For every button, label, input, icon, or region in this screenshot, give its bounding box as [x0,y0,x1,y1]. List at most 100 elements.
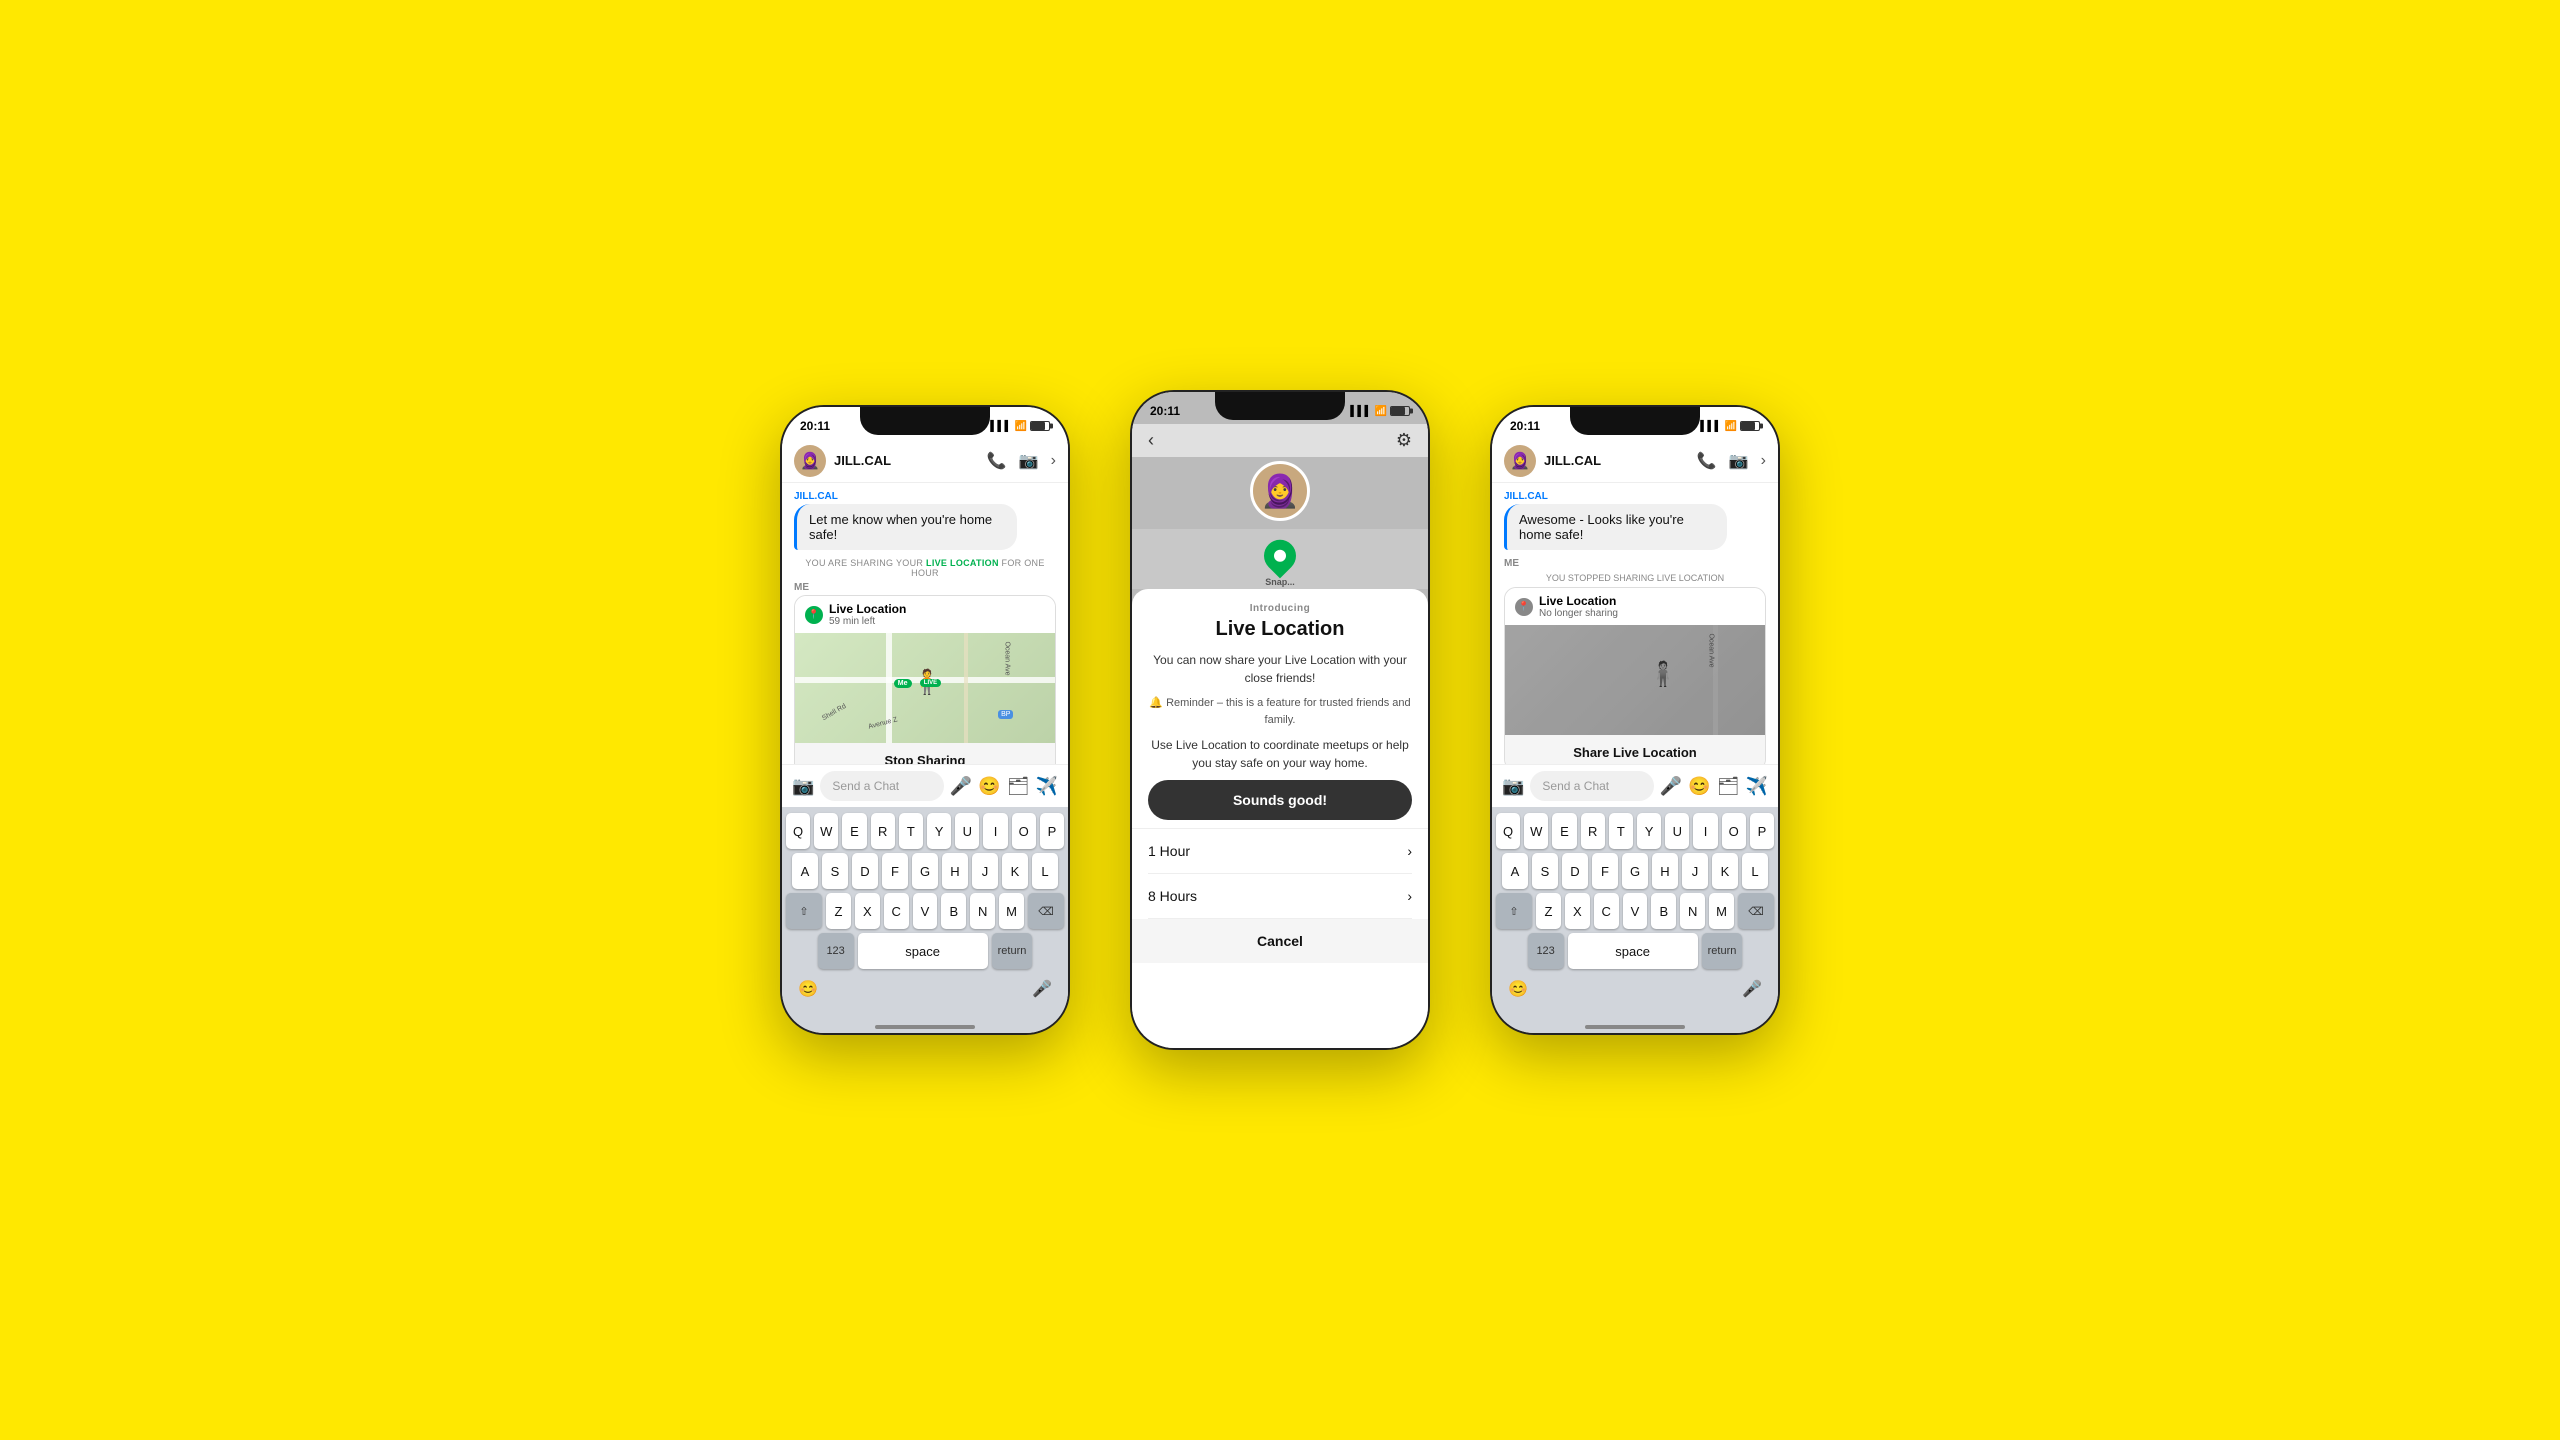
key-b-right[interactable]: B [1651,893,1676,929]
key-n-left[interactable]: N [970,893,995,929]
snap-icon-left[interactable]: ✈️ [1036,776,1058,797]
key-x-left[interactable]: X [855,893,880,929]
key-y-right[interactable]: Y [1637,813,1661,849]
key-q-left[interactable]: Q [786,813,810,849]
mic-bottom-icon-right[interactable]: 🎤 [1734,975,1770,1003]
mic-bottom-icon-left[interactable]: 🎤 [1024,975,1060,1003]
mic-icon-right[interactable]: 🎤 [1660,776,1682,797]
key-u-left[interactable]: U [955,813,979,849]
modal-option-1hour[interactable]: 1 Hour › [1148,829,1412,874]
key-m-left[interactable]: M [999,893,1024,929]
back-chevron-mid[interactable]: ‹ [1148,430,1154,451]
key-r-left[interactable]: R [871,813,895,849]
mic-icon-left[interactable]: 🎤 [950,776,972,797]
phones-container: 20:11 ▌▌▌ 📶 🧕 JILL.CAL 📞 📷 › JI [780,390,1780,1050]
key-shift-left[interactable]: ⇧ [786,893,822,929]
key-space-left[interactable]: space [858,933,988,969]
key-j-left[interactable]: J [972,853,998,889]
mid-header: ‹ ⚙ [1132,424,1428,457]
live-location-card-left[interactable]: 📍 Live Location 59 min left [794,595,1056,764]
key-return-left[interactable]: return [992,933,1033,969]
key-w-right[interactable]: W [1524,813,1548,849]
sticker-icon-left[interactable]: 🗂 [1007,776,1030,797]
key-a-left[interactable]: A [792,853,818,889]
key-backspace-left[interactable]: ⌫ [1028,893,1064,929]
snap-icon-right[interactable]: ✈️ [1746,776,1768,797]
key-u-right[interactable]: U [1665,813,1689,849]
key-r-right[interactable]: R [1581,813,1605,849]
chevron-right-icon-right[interactable]: › [1761,452,1766,470]
key-x-right[interactable]: X [1565,893,1590,929]
key-z-left[interactable]: Z [826,893,851,929]
emoji-icon-right[interactable]: 😊 [1688,776,1710,797]
emoji-bottom-icon-left[interactable]: 😊 [790,975,826,1003]
camera-input-icon-right[interactable]: 📷 [1502,776,1524,797]
phone-icon-left[interactable]: 📞 [987,451,1007,471]
key-n-right[interactable]: N [1680,893,1705,929]
modal-cancel-btn[interactable]: Cancel [1132,919,1428,963]
key-space-right[interactable]: space [1568,933,1698,969]
camera-icon-right[interactable]: 📷 [1729,451,1749,471]
key-k-left[interactable]: K [1002,853,1028,889]
key-v-right[interactable]: V [1623,893,1648,929]
key-y-left[interactable]: Y [927,813,951,849]
key-shift-right[interactable]: ⇧ [1496,893,1532,929]
key-j-right[interactable]: J [1682,853,1708,889]
key-c-left[interactable]: C [884,893,909,929]
key-t-left[interactable]: T [899,813,923,849]
key-o-left[interactable]: O [1012,813,1036,849]
emoji-bottom-icon-right[interactable]: 😊 [1500,975,1536,1003]
key-h-right[interactable]: H [1652,853,1678,889]
key-g-left[interactable]: G [912,853,938,889]
key-123-left[interactable]: 123 [818,933,854,969]
chat-header-left: 🧕 JILL.CAL 📞 📷 › [782,439,1068,483]
key-a-right[interactable]: A [1502,853,1528,889]
key-o-right[interactable]: O [1722,813,1746,849]
key-g-right[interactable]: G [1622,853,1648,889]
modal-option-8hours[interactable]: 8 Hours › [1148,874,1412,919]
key-b-left[interactable]: B [941,893,966,929]
key-t-right[interactable]: T [1609,813,1633,849]
key-l-right[interactable]: L [1742,853,1768,889]
chat-input-right[interactable]: Send a Chat [1530,771,1653,801]
key-v-left[interactable]: V [913,893,938,929]
chat-input-left[interactable]: Send a Chat [820,771,943,801]
key-e-right[interactable]: E [1552,813,1576,849]
key-f-right[interactable]: F [1592,853,1618,889]
key-e-left[interactable]: E [842,813,866,849]
chevron-right-icon-left[interactable]: › [1051,452,1056,470]
key-backspace-right[interactable]: ⌫ [1738,893,1774,929]
key-return-right[interactable]: return [1702,933,1743,969]
share-live-location-btn[interactable]: Share Live Location [1505,735,1765,764]
key-123-right[interactable]: 123 [1528,933,1564,969]
key-p-left[interactable]: P [1040,813,1064,849]
key-h-left[interactable]: H [942,853,968,889]
key-p-right[interactable]: P [1750,813,1774,849]
key-d-left[interactable]: D [852,853,878,889]
keyboard-right: Q W E R T Y U I O P A S D F G H [1492,807,1778,1009]
key-k-right[interactable]: K [1712,853,1738,889]
phone-icon-right[interactable]: 📞 [1697,451,1717,471]
gear-icon-mid[interactable]: ⚙ [1396,430,1412,451]
key-d-right[interactable]: D [1562,853,1588,889]
key-i-left[interactable]: I [983,813,1007,849]
key-w-left[interactable]: W [814,813,838,849]
sticker-icon-right[interactable]: 🗂 [1717,776,1740,797]
key-z-right[interactable]: Z [1536,893,1561,929]
key-m-right[interactable]: M [1709,893,1734,929]
key-l-left[interactable]: L [1032,853,1058,889]
key-f-left[interactable]: F [882,853,908,889]
live-location-card-right[interactable]: 📍 Live Location No longer sharing Ocean … [1504,587,1766,764]
key-s-right[interactable]: S [1532,853,1558,889]
key-s-left[interactable]: S [822,853,848,889]
emoji-icon-left[interactable]: 😊 [978,776,1000,797]
stop-sharing-btn-left[interactable]: Stop Sharing [795,743,1055,764]
camera-input-icon-left[interactable]: 📷 [792,776,814,797]
camera-icon-left[interactable]: 📷 [1019,451,1039,471]
keyboard-row-2-left: A S D F G H J K L [786,853,1064,889]
modal-cta-btn[interactable]: Sounds good! [1148,780,1412,820]
phone-notch-left [860,407,990,435]
key-i-right[interactable]: I [1693,813,1717,849]
key-q-right[interactable]: Q [1496,813,1520,849]
key-c-right[interactable]: C [1594,893,1619,929]
